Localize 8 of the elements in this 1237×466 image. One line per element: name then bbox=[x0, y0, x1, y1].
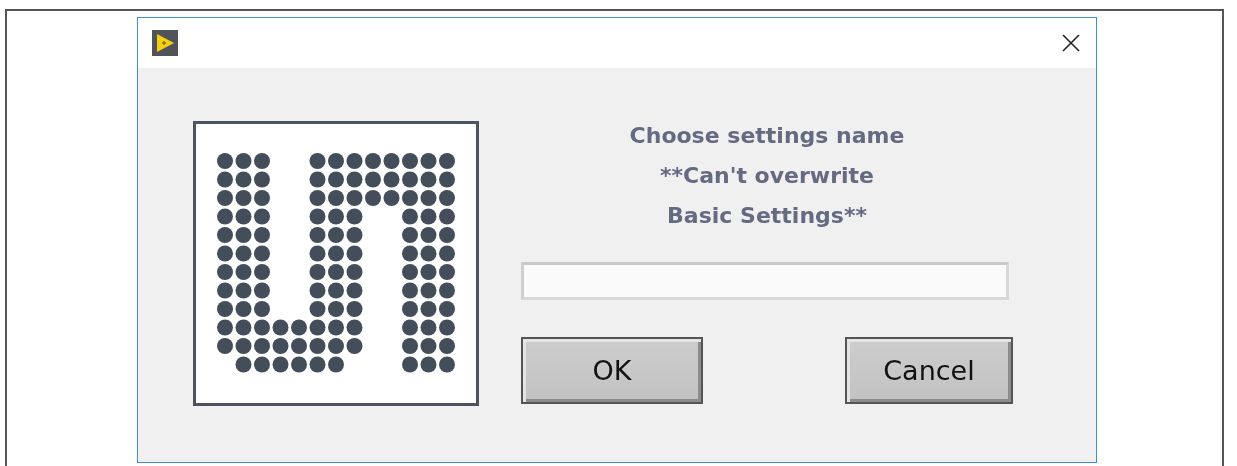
cancel-button[interactable]: Cancel bbox=[845, 337, 1013, 404]
message-text: Basic Settings** bbox=[666, 202, 868, 230]
close-icon[interactable] bbox=[1062, 34, 1080, 52]
message-text: Choose settings name bbox=[628, 122, 906, 150]
name-input-field[interactable] bbox=[521, 262, 1009, 300]
app-icon bbox=[152, 30, 178, 56]
message-text: **Can't overwrite bbox=[659, 162, 875, 190]
ok-button[interactable]: OK bbox=[521, 337, 703, 404]
